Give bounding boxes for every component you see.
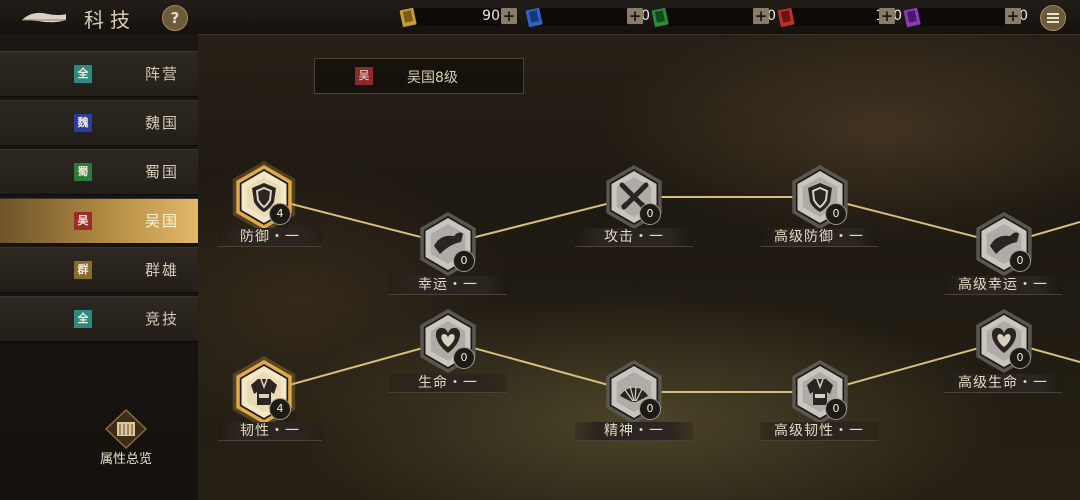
tech-node-label: 精神・一 (575, 422, 693, 441)
tech-node-luck-1[interactable]: 0 (408, 204, 488, 284)
tech-level-badge: 0 (453, 347, 475, 369)
tech-tree-connections (263, 196, 1080, 393)
tech-node-toughness-1[interactable]: 4 (224, 352, 304, 432)
tech-node-adv-life-1[interactable]: 0 (964, 301, 1044, 381)
tech-node-spirit-1[interactable]: 0 (594, 352, 674, 432)
tech-node-adv-toughness-1[interactable]: 0 (780, 352, 860, 432)
tech-level-badge: 0 (453, 250, 475, 272)
tech-node-label: 攻击・一 (575, 228, 693, 247)
tech-node-hexagon (420, 309, 476, 373)
tech-level-badge: 0 (825, 203, 847, 225)
tech-node-label: 幸运・一 (389, 276, 507, 295)
tech-node-hexagon (976, 212, 1032, 276)
tech-node-label: 高级幸运・一 (944, 276, 1062, 295)
tech-node-hexagon (792, 360, 848, 424)
tech-level-badge: 0 (1009, 347, 1031, 369)
tech-node-hexagon (232, 161, 296, 233)
tech-level-badge: 0 (639, 203, 661, 225)
tech-node-hexagon (420, 212, 476, 276)
tech-node-defense-1[interactable]: 4 (224, 157, 304, 237)
tech-node-hexagon (606, 360, 662, 424)
tech-node-hexagon (232, 356, 296, 428)
tech-node-label: 防御・一 (218, 228, 322, 247)
tech-node-attack-1[interactable]: 0 (594, 157, 674, 237)
tech-node-adv-luck-1[interactable]: 0 (964, 204, 1044, 284)
tech-node-label: 韧性・一 (218, 422, 322, 441)
tech-node-label: 生命・一 (389, 374, 507, 393)
tech-level-badge: 0 (1009, 250, 1031, 272)
tech-node-label: 高级防御・一 (760, 228, 878, 247)
tech-level-badge: 0 (825, 398, 847, 420)
tech-level-badge: 4 (269, 203, 291, 225)
tech-node-life-1[interactable]: 0 (408, 301, 488, 381)
tech-node-label: 高级韧性・一 (760, 422, 878, 441)
tech-node-hexagon (792, 165, 848, 229)
tech-node-label: 高级生命・一 (944, 374, 1062, 393)
tech-level-badge: 4 (269, 398, 291, 420)
tech-node-hexagon (606, 165, 662, 229)
tech-node-adv-defense-1[interactable]: 0 (780, 157, 860, 237)
tech-node-hexagon (976, 309, 1032, 373)
tech-level-badge: 0 (639, 398, 661, 420)
